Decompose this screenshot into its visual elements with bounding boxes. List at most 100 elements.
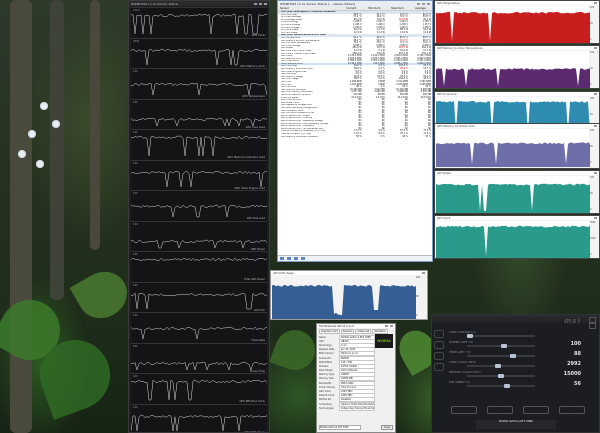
sensor-graph-panel[interactable]: 100 GPU Effective Clock bbox=[131, 373, 267, 404]
close-icon[interactable] bbox=[301, 257, 305, 260]
close-icon[interactable] bbox=[594, 2, 597, 4]
mini-graph-window: GPU Memory Controller Load 100 50 0 bbox=[434, 123, 600, 169]
slider-track[interactable] bbox=[467, 364, 535, 368]
sensor-graph-panel[interactable]: 100 GPU Core Load bbox=[131, 98, 267, 130]
reset-icon[interactable] bbox=[280, 257, 284, 260]
slider-track[interactable] bbox=[467, 384, 535, 388]
sensor-row[interactable]: GPU Memory Controller Utilization 58 % 0 %… bbox=[278, 135, 432, 139]
settings-icon[interactable] bbox=[287, 257, 291, 260]
close-icon[interactable] bbox=[594, 47, 597, 49]
sensor-graph-panel[interactable]: 100 Framerate bbox=[131, 312, 267, 343]
column-header[interactable]: Average bbox=[409, 7, 432, 10]
minimize-icon[interactable] bbox=[254, 2, 257, 5]
column-header[interactable]: Sensor bbox=[278, 7, 340, 10]
window-title: GPU Memory Junction Temperature bbox=[437, 46, 483, 50]
close-icon[interactable] bbox=[594, 172, 597, 174]
sensor-graph-panel[interactable]: 100 GPU Power bbox=[131, 220, 267, 252]
slider-thumb[interactable] bbox=[498, 374, 504, 378]
window-title: TechPowerUp GPU-Z 2.xx.0 bbox=[319, 324, 355, 328]
minimize-icon[interactable] bbox=[589, 323, 596, 329]
slider-track[interactable] bbox=[467, 344, 535, 348]
sensor-graph-line bbox=[131, 326, 267, 340]
tab-advanced[interactable]: Advanced bbox=[355, 329, 372, 334]
mini-graph-window: GPU Clock 3000 1500 0 bbox=[434, 215, 600, 259]
mini-graph-plot bbox=[436, 6, 590, 43]
sensor-graph-panel[interactable]: 100 Total GPU Power bbox=[131, 251, 267, 282]
window-titlebar[interactable]: GPU Core Load bbox=[435, 92, 599, 96]
mini-graph-window: GPU Temperature 100 50 0 bbox=[434, 0, 600, 44]
gpu-select[interactable]: NVIDIA GeForce RTX 5080 bbox=[319, 425, 361, 430]
slider-thumb[interactable] bbox=[494, 364, 501, 368]
column-header[interactable]: Minimum bbox=[363, 7, 386, 10]
window-titlebar[interactable]: GPU Power bbox=[435, 171, 599, 175]
sensor-graph-panel[interactable]: 100 GPU Bus Load bbox=[131, 190, 267, 221]
mini-graph-area bbox=[436, 11, 590, 43]
maximize-icon[interactable] bbox=[422, 2, 425, 5]
orchid-flower bbox=[52, 120, 60, 128]
window-title: GPU Core Load bbox=[437, 92, 457, 96]
slider-track[interactable] bbox=[467, 334, 535, 338]
close-icon[interactable] bbox=[594, 93, 597, 95]
close-button[interactable]: Close bbox=[381, 425, 393, 430]
slider-track[interactable] bbox=[467, 374, 535, 378]
mini-graph-area bbox=[436, 225, 590, 258]
orchid-flower bbox=[28, 130, 36, 138]
column-header[interactable]: Maximum bbox=[386, 7, 409, 10]
kboost-icon[interactable] bbox=[434, 330, 444, 338]
minimize-icon[interactable] bbox=[385, 325, 388, 327]
window-titlebar[interactable]: GPU Temperature bbox=[435, 1, 599, 5]
mini-graph-axis: 3000 1500 0 bbox=[590, 221, 598, 257]
sensor-graph-panel[interactable]: 100 Frame Time bbox=[131, 342, 267, 374]
sensor-graph-panel[interactable]: 100 GPU Fan bbox=[131, 281, 267, 313]
info-icon[interactable] bbox=[434, 363, 444, 371]
maximize-icon[interactable] bbox=[259, 2, 262, 5]
status-bar bbox=[278, 255, 432, 261]
field-value[interactable]: Vulkan Ray Tracing PhysX OpenGL bbox=[339, 405, 375, 411]
slider-thumb[interactable] bbox=[467, 334, 473, 338]
monitor-icon[interactable] bbox=[434, 352, 444, 360]
axis-tick-label: 0 bbox=[590, 83, 592, 86]
column-header[interactable]: Current bbox=[340, 7, 363, 10]
mini-graph-window: GPU Memory Junction Temperature 100 50 0 bbox=[434, 45, 600, 89]
slider-thumb[interactable] bbox=[510, 354, 517, 358]
graph-max-label: 100 bbox=[133, 70, 138, 73]
settings-icon[interactable] bbox=[434, 341, 444, 349]
window-titlebar[interactable]: GPU Clock bbox=[435, 216, 599, 220]
sensor-graph-panel[interactable]: 100 GPU Memory Controller Load bbox=[131, 129, 267, 160]
axis-tick-label: 50 bbox=[590, 67, 593, 70]
field-label: ROPs/TMUs bbox=[319, 360, 332, 364]
window-titlebar[interactable]: GPU D3D Usage bbox=[271, 271, 427, 275]
axis-tick-label: 0 bbox=[416, 314, 418, 317]
window-titlebar[interactable]: HWiNFO64 v7.xx Sensor Status bbox=[129, 1, 269, 6]
close-icon[interactable] bbox=[427, 2, 430, 5]
graph-max-label: 100 bbox=[133, 222, 138, 226]
slider-thumb[interactable] bbox=[501, 344, 508, 348]
sensor-graph-panel[interactable]: 100 GPU Video Engine Load bbox=[131, 159, 267, 191]
sensor-graph-panel[interactable]: 2800 GPU Memory Clock bbox=[131, 37, 267, 69]
slider-thumb[interactable] bbox=[504, 384, 511, 388]
big-graph-window: GPU D3D Usage 100 50 0 bbox=[270, 270, 428, 320]
window-titlebar[interactable]: GPU Memory Controller Load bbox=[435, 124, 599, 128]
mini-graph-area bbox=[436, 183, 590, 213]
sensor-name: GPU Memory Controller Utilization bbox=[281, 135, 319, 138]
close-icon[interactable] bbox=[594, 217, 597, 219]
window-titlebar[interactable]: GPU Memory Junction Temperature bbox=[435, 46, 599, 50]
tree-trunk bbox=[10, 0, 32, 433]
fan-gauge bbox=[559, 406, 585, 414]
close-icon[interactable] bbox=[594, 125, 597, 127]
slider-track[interactable] bbox=[467, 354, 535, 358]
log-icon[interactable] bbox=[294, 257, 298, 260]
field-label: BIOS Version bbox=[319, 352, 334, 356]
minimize-icon[interactable] bbox=[417, 2, 420, 5]
sensor-graph-panel[interactable]: 100 GPU D3D Usage bbox=[131, 403, 267, 432]
tab-graphics-card[interactable]: Graphics Card bbox=[319, 329, 340, 334]
close-icon[interactable] bbox=[264, 2, 267, 5]
gpuz-window: TechPowerUp GPU-Z 2.xx.0 Graphics Card S… bbox=[316, 323, 396, 433]
sensor-graph-panel[interactable]: 100 GPU Temperature bbox=[131, 68, 267, 99]
close-icon[interactable] bbox=[422, 272, 425, 274]
tab-sensors[interactable]: Sensors bbox=[340, 329, 355, 334]
close-icon[interactable] bbox=[390, 325, 393, 327]
sensor-graph-panel[interactable]: 100.0 GPU Clock bbox=[131, 7, 267, 38]
slider-value: 88 bbox=[574, 351, 581, 357]
field-label: Memory Type bbox=[319, 373, 335, 377]
